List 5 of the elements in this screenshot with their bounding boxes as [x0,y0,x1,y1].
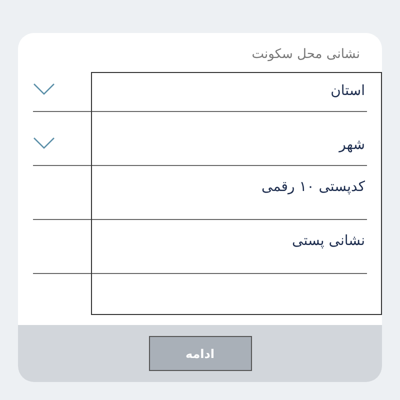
dropdown-field[interactable]: شهر [33,112,367,166]
input-field[interactable]: کدپستی ۱۰ رقمی [33,166,367,220]
chevron-down-icon [33,83,55,95]
input-field[interactable]: نشانی پستی [33,220,367,274]
chevron-down-icon [33,137,55,149]
